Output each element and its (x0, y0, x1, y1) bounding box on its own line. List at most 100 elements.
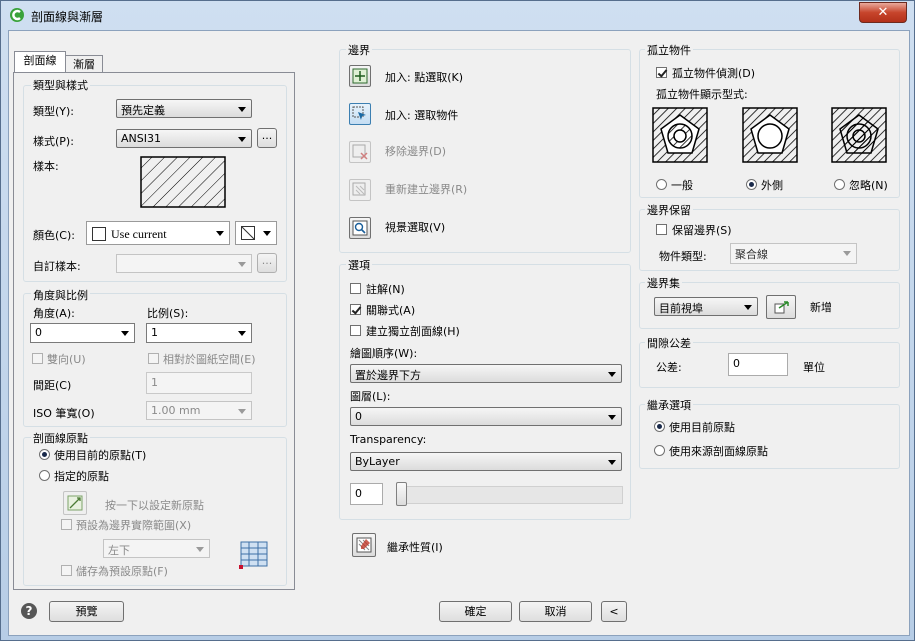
retain-boundaries-checkbox[interactable] (656, 224, 667, 235)
annotative-checkbox[interactable] (350, 283, 361, 294)
preview-button[interactable]: 預覽 (49, 601, 124, 622)
transparency-select[interactable]: ByLayer (350, 452, 622, 471)
transparency-number-input[interactable]: 0 (350, 483, 383, 505)
angle-select[interactable]: 0 (30, 323, 135, 343)
associative-checkbox[interactable] (350, 304, 361, 315)
tolerance-input[interactable]: 0 (728, 353, 788, 376)
use-current-origin-radio[interactable] (39, 449, 50, 460)
inherit-properties-label: 繼承性質(I) (387, 541, 443, 554)
ok-button[interactable]: 確定 (439, 601, 512, 622)
separate-hatches-checkbox[interactable] (350, 325, 361, 336)
dialog-body: 剖面線 漸層 類型與樣式 類型(Y): 預先定義 樣式(P): ANSI31 .… (8, 30, 910, 636)
relative-paper-checkbox[interactable] (148, 353, 159, 364)
annotative-label: 註解(N) (366, 283, 405, 296)
layer-label: 圖層(L): (350, 390, 391, 403)
default-extents-checkbox[interactable] (61, 519, 72, 530)
chevron-down-icon (608, 460, 616, 465)
object-type-label: 物件類型: (659, 250, 707, 263)
options-heading: 選項 (346, 257, 372, 273)
new-boundary-set-button[interactable] (766, 295, 796, 319)
view-selections-button[interactable] (349, 217, 371, 239)
collapse-button[interactable]: < (601, 601, 627, 622)
view-selections-label: 視景選取(V) (385, 221, 446, 234)
tolerance-unit-label: 單位 (803, 361, 825, 374)
tab-hatch-label: 剖面線 (23, 54, 57, 67)
chevron-down-icon (238, 107, 246, 112)
add-pick-icon (352, 68, 368, 84)
app-icon (10, 8, 24, 22)
island-detection-label: 孤立物件偵測(D) (672, 67, 756, 80)
origin-position-select[interactable]: 左下 (103, 539, 210, 558)
remove-boundaries-label: 移除邊界(D) (385, 145, 447, 158)
associative-label: 關聯式(A) (366, 304, 416, 317)
transparency-slider-thumb[interactable] (396, 482, 407, 506)
islands-heading: 孤立物件 (645, 42, 693, 58)
help-icon[interactable]: ? (21, 603, 37, 619)
color-select[interactable]: Use current (86, 221, 230, 245)
remove-boundaries-button[interactable] (349, 141, 371, 163)
tab-hatch[interactable]: 剖面線 (14, 51, 66, 72)
custom-browse-button[interactable]: ... (257, 253, 277, 273)
add-pick-points-label: 加入: 點選取(K) (385, 71, 463, 84)
boundary-set-select[interactable]: 目前視埠 (654, 297, 758, 316)
close-icon: ✕ (877, 5, 889, 20)
recreate-boundary-button[interactable] (349, 179, 371, 201)
title-bar[interactable]: 剖面線與漸層 ✕ (1, 1, 914, 29)
draw-order-select[interactable]: 置於邊界下方 (350, 364, 622, 383)
store-default-checkbox[interactable] (61, 565, 72, 576)
object-type-value: 聚合線 (735, 248, 768, 261)
spacing-label: 間距(C) (33, 379, 72, 392)
chevron-down-icon (238, 331, 246, 336)
set-origin-button[interactable] (63, 491, 87, 515)
inherit-source-origin-label: 使用來源剖面線原點 (669, 445, 768, 458)
scale-label: 比例(S): (147, 307, 189, 320)
add-select-objects-label: 加入: 選取物件 (385, 109, 459, 122)
island-normal-icon[interactable] (652, 107, 708, 163)
island-normal-radio[interactable] (656, 179, 667, 190)
pattern-value: ANSI31 (121, 132, 161, 145)
inherit-current-origin-radio[interactable] (654, 421, 665, 432)
island-outer-icon[interactable] (742, 107, 798, 163)
transparency-slider-track[interactable] (396, 486, 623, 504)
spacing-input[interactable]: 1 (146, 372, 252, 394)
color-label: 顏色(C): (33, 229, 75, 242)
transparency-label: Transparency: (350, 433, 427, 446)
island-style-label: 孤立物件顯示型式: (656, 88, 748, 101)
custom-pattern-select[interactable] (116, 254, 252, 273)
hatch-origin-heading: 剖面線原點 (31, 430, 90, 446)
island-outer-radio[interactable] (746, 179, 757, 190)
add-select-objects-button[interactable] (349, 103, 371, 125)
pattern-browse-button[interactable]: ... (257, 128, 277, 148)
island-normal-label: 一般 (671, 179, 693, 192)
draw-order-value: 置於邊界下方 (355, 369, 421, 382)
new-boundary-set-label: 新增 (810, 301, 832, 314)
inherit-properties-button[interactable] (352, 533, 376, 557)
chevron-down-icon (263, 231, 271, 236)
add-pick-points-button[interactable] (349, 65, 371, 87)
boundaries-heading: 邊界 (346, 42, 372, 58)
iso-pen-select[interactable]: 1.00 mm (146, 401, 252, 420)
chevron-down-icon (216, 231, 224, 236)
new-set-icon (774, 301, 789, 314)
specified-origin-radio[interactable] (39, 470, 50, 481)
object-type-select[interactable]: 聚合線 (730, 243, 857, 264)
scale-select[interactable]: 1 (146, 323, 252, 343)
default-extents-label: 預設為邊界實際範圍(X) (76, 519, 192, 532)
background-color-select[interactable] (235, 221, 277, 245)
pattern-select[interactable]: ANSI31 (116, 129, 252, 148)
double-checkbox[interactable] (32, 353, 43, 364)
layer-select[interactable]: 0 (350, 407, 622, 426)
close-button[interactable]: ✕ (859, 2, 907, 23)
type-select[interactable]: 預先定義 (116, 99, 252, 118)
island-detection-checkbox[interactable] (656, 67, 667, 78)
recreate-boundary-label: 重新建立邊界(R) (385, 183, 468, 196)
cancel-button[interactable]: 取消 (519, 601, 592, 622)
inherit-source-origin-radio[interactable] (654, 445, 665, 456)
island-ignore-radio[interactable] (834, 179, 845, 190)
no-fill-icon (241, 226, 255, 240)
island-ignore-icon[interactable] (831, 107, 887, 163)
color-value: Use current (111, 227, 167, 241)
tolerance-value: 0 (733, 357, 740, 370)
hatch-swatch-preview[interactable] (140, 156, 226, 208)
window-title: 剖面線與漸層 (31, 10, 104, 24)
